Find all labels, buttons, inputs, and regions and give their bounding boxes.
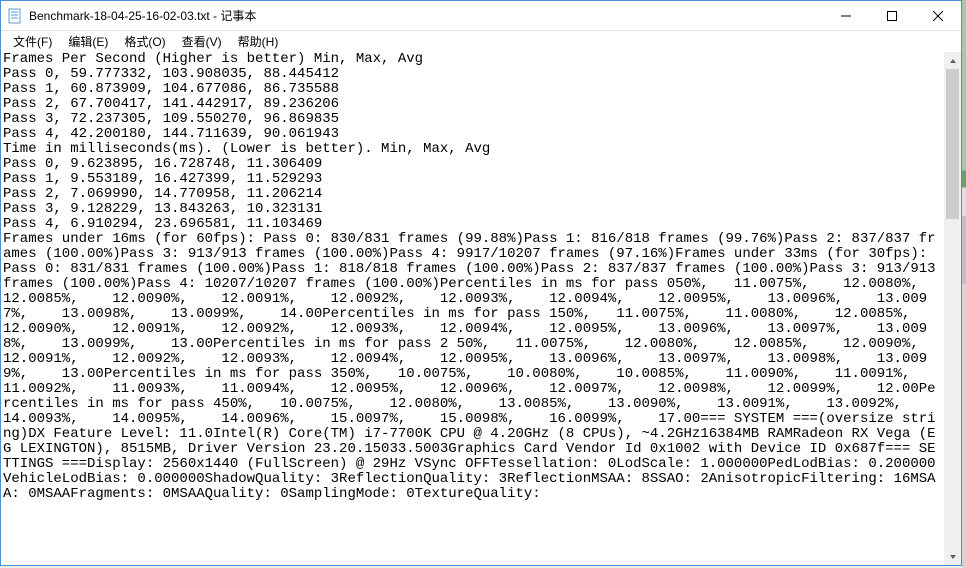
window-title: Benchmark-18-04-25-16-02-03.txt - 记事本 <box>29 7 823 24</box>
minimize-button[interactable] <box>823 1 869 30</box>
scroll-thumb[interactable] <box>946 69 959 219</box>
maximize-button[interactable] <box>869 1 915 30</box>
window-controls <box>823 1 961 30</box>
menubar: 文件(F) 编辑(E) 格式(O) 查看(V) 帮助(H) <box>1 31 961 52</box>
menu-file[interactable]: 文件(F) <box>5 31 60 52</box>
content-area: Frames Per Second (Higher is better) Min… <box>1 52 961 565</box>
menu-help[interactable]: 帮助(H) <box>230 31 287 52</box>
scroll-down-button[interactable] <box>944 548 961 565</box>
menu-edit[interactable]: 编辑(E) <box>60 31 116 52</box>
vertical-scrollbar[interactable] <box>944 52 961 565</box>
text-content[interactable]: Frames Per Second (Higher is better) Min… <box>1 52 944 565</box>
notepad-window: Benchmark-18-04-25-16-02-03.txt - 记事本 文件… <box>0 0 962 566</box>
titlebar[interactable]: Benchmark-18-04-25-16-02-03.txt - 记事本 <box>1 1 961 31</box>
notepad-icon <box>7 8 23 24</box>
menu-view[interactable]: 查看(V) <box>174 31 230 52</box>
scroll-up-button[interactable] <box>944 52 961 69</box>
background-strip <box>962 0 966 568</box>
menu-format[interactable]: 格式(O) <box>116 31 173 52</box>
close-button[interactable] <box>915 1 961 30</box>
scroll-track[interactable] <box>944 69 961 548</box>
